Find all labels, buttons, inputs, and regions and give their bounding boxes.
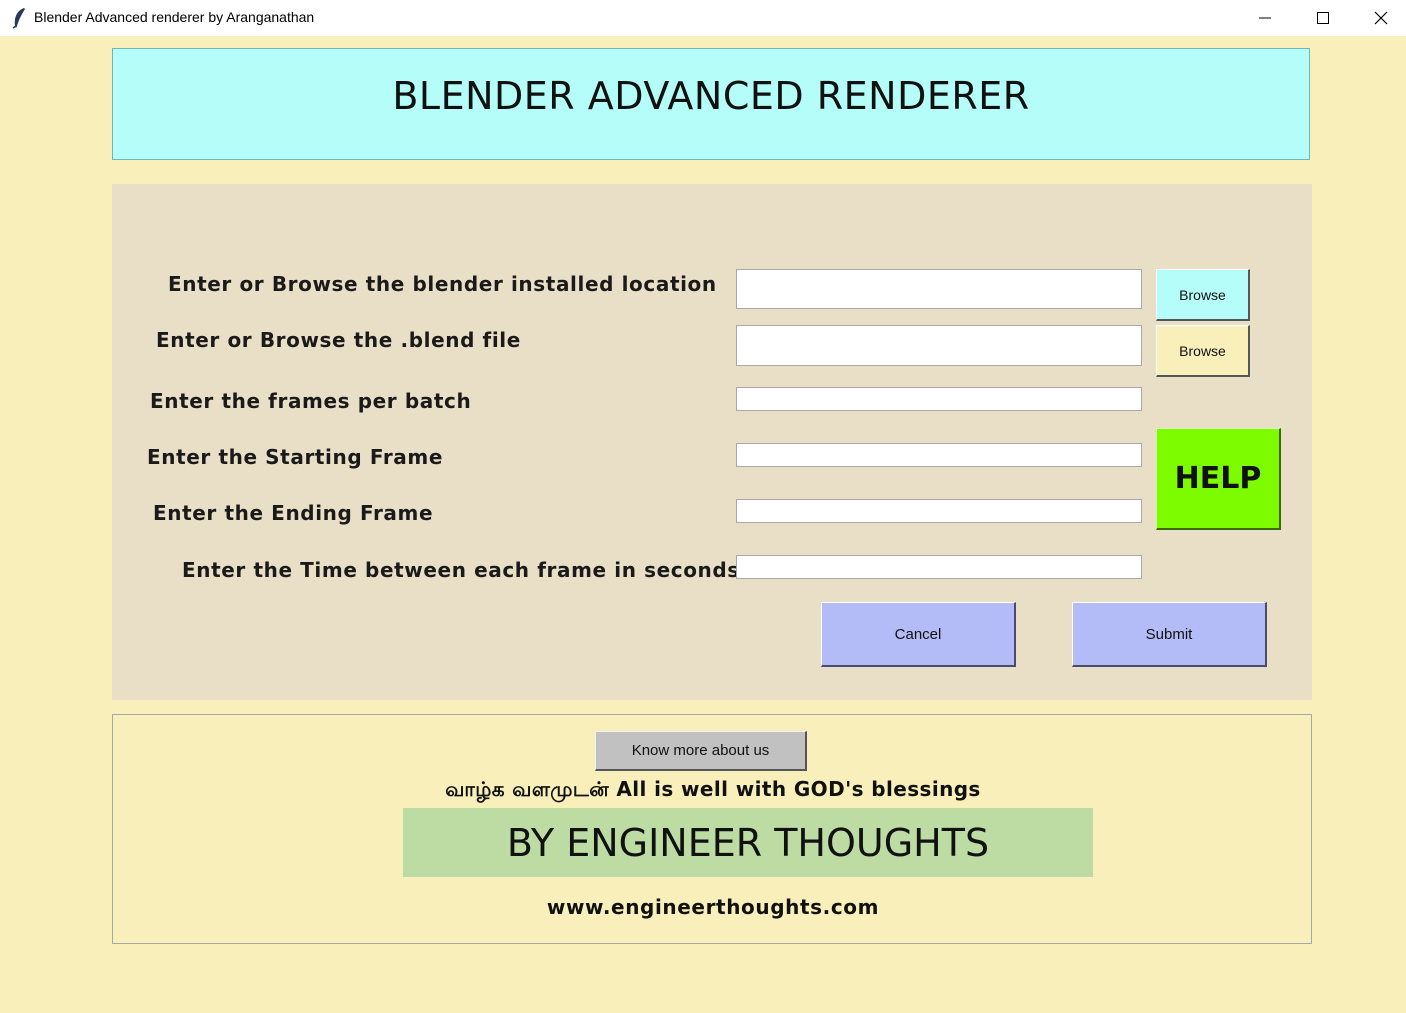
ending-frame-input[interactable] <box>736 499 1142 523</box>
footer-panel: Know more about us வாழ்க வளமுடன் All is … <box>112 714 1312 944</box>
ending-frame-label: Enter the Ending Frame <box>153 501 434 525</box>
blend-file-input[interactable] <box>736 325 1142 366</box>
brand-text: BY ENGINEER THOUGHTS <box>506 820 990 865</box>
browse-blend-file-button[interactable]: Browse <box>1156 325 1250 377</box>
maximize-button[interactable] <box>1294 0 1352 36</box>
blend-file-label: Enter or Browse the .blend file <box>156 328 521 352</box>
window-title: Blender Advanced renderer by Aranganatha… <box>34 9 315 25</box>
time-between-frames-label: Enter the Time between each frame in sec… <box>182 558 740 582</box>
minimize-icon <box>1259 17 1271 19</box>
header-banner: BLENDER ADVANCED RENDERER <box>112 48 1310 160</box>
feather-icon <box>12 8 25 29</box>
frames-per-batch-input[interactable] <box>736 387 1142 411</box>
submit-button[interactable]: Submit <box>1072 602 1267 667</box>
blessing-text: வாழ்க வளமுடன் All is well with GOD's ble… <box>445 777 981 801</box>
frames-per-batch-label: Enter the frames per batch <box>150 389 472 413</box>
blender-location-input[interactable] <box>736 269 1142 309</box>
time-between-frames-input[interactable] <box>736 555 1142 579</box>
app-heading: BLENDER ADVANCED RENDERER <box>392 74 1030 118</box>
help-button[interactable]: HELP <box>1156 428 1281 530</box>
blender-location-label: Enter or Browse the blender installed lo… <box>168 272 717 296</box>
starting-frame-input[interactable] <box>736 443 1142 467</box>
window-titlebar: Blender Advanced renderer by Aranganatha… <box>0 0 1406 36</box>
website-link: www.engineerthoughts.com <box>546 895 880 919</box>
form-panel: Enter or Browse the blender installed lo… <box>112 184 1312 700</box>
browse-blender-location-button[interactable]: Browse <box>1156 269 1250 321</box>
minimize-button[interactable] <box>1236 0 1294 36</box>
close-icon <box>1374 11 1388 25</box>
close-button[interactable] <box>1352 0 1406 36</box>
maximize-icon <box>1317 12 1329 24</box>
cancel-button[interactable]: Cancel <box>821 602 1016 667</box>
starting-frame-label: Enter the Starting Frame <box>147 445 443 469</box>
know-more-button[interactable]: Know more about us <box>595 731 807 771</box>
brand-banner: BY ENGINEER THOUGHTS <box>403 808 1093 877</box>
